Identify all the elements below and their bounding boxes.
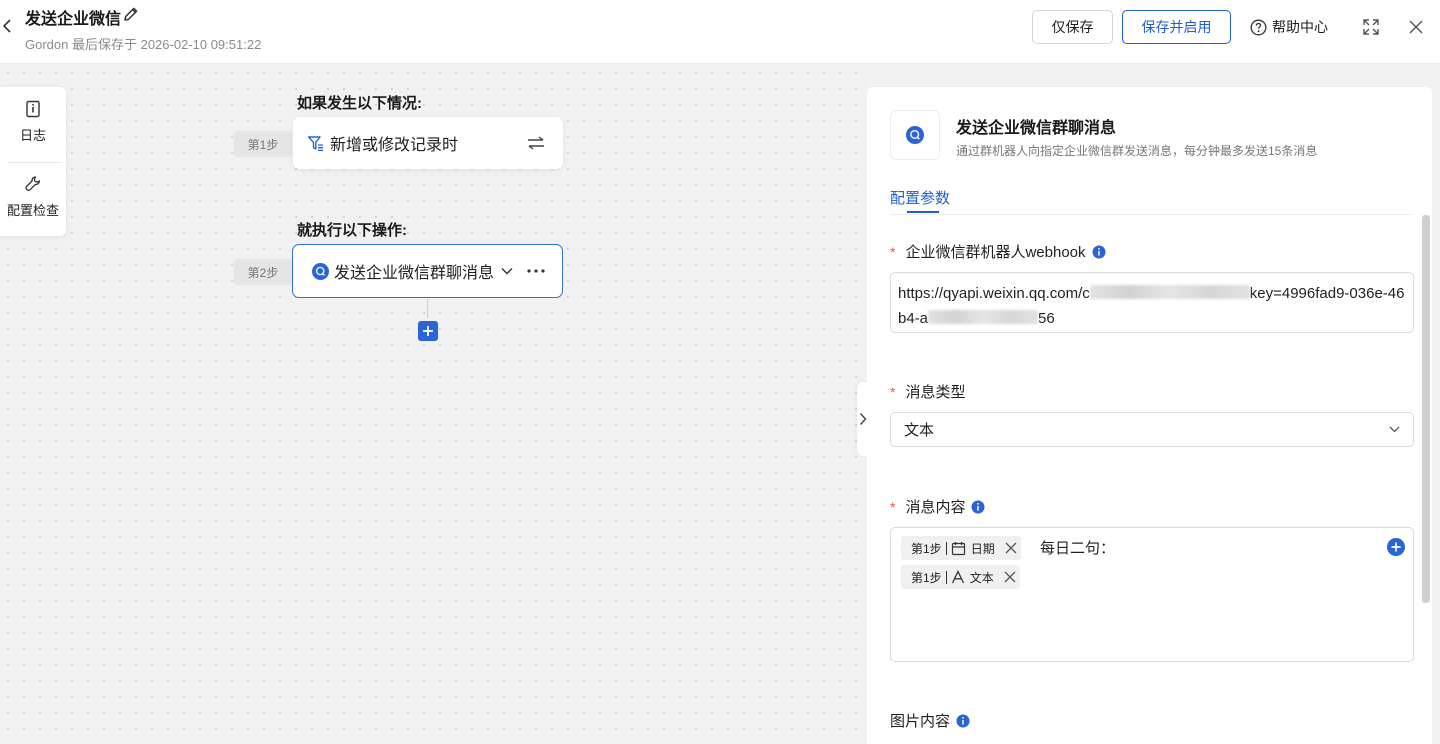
msg-content-field-label: * 消息内容 <box>890 496 985 517</box>
chip-separator <box>945 541 947 555</box>
webhook-text-start: https://qyapi.weixin.qq.com/c <box>898 285 1090 302</box>
msg-content-label-text: 消息内容 <box>905 499 966 516</box>
plus-icon <box>423 326 433 336</box>
field-chip-date[interactable]: 第1步 日期 <box>901 536 1021 560</box>
image-content-field-label: 图片内容 <box>890 710 970 731</box>
log-tool[interactable]: 日志 <box>0 99 66 144</box>
webhook-text-end: 56 <box>1038 310 1055 327</box>
switch-arrows-icon[interactable] <box>527 136 545 150</box>
msg-type-value: 文本 <box>904 422 935 439</box>
chip-separator <box>945 570 947 584</box>
remove-chip-icon[interactable] <box>1005 542 1017 554</box>
tab-config-params[interactable]: 配置参数 <box>890 187 950 208</box>
step-tag-1: 第1步 <box>234 131 292 157</box>
top-header: 发送企业微信 Gordon 最后保存于 2026-02-10 09:51:22 … <box>0 0 1440 64</box>
msg-type-label-text: 消息类型 <box>905 384 966 401</box>
tab-divider <box>890 214 1412 215</box>
panel-description: 通过群机器人向指定企业微信群发送消息，每分钟最多发送15条消息 <box>956 144 1318 158</box>
wrench-icon <box>0 174 66 194</box>
flow-connector-line <box>427 299 428 318</box>
info-icon[interactable] <box>956 714 970 728</box>
active-tab-indicator <box>907 211 939 213</box>
config-panel: 发送企业微信群聊消息 通过群机器人向指定企业微信群发送消息，每分钟最多发送15条… <box>867 87 1432 744</box>
image-content-label-text: 图片内容 <box>890 713 951 730</box>
help-center-link[interactable]: 帮助中心 <box>1250 17 1328 37</box>
webhook-label-text: 企业微信群机器人webhook <box>905 244 1086 261</box>
required-asterisk: * <box>890 243 896 260</box>
chevron-down-icon[interactable] <box>501 267 513 275</box>
webhook-input[interactable]: https://qyapi.weixin.qq.com/c key=4996fad… <box>890 272 1414 333</box>
webhook-field-label: * 企业微信群机器人webhook <box>890 241 1106 262</box>
action-section-title: 就执行以下操作: <box>297 222 407 239</box>
action-node[interactable]: 发送企业微信群聊消息 <box>292 244 563 298</box>
content-static-text: 每日二句： <box>1040 540 1116 557</box>
help-center-label: 帮助中心 <box>1272 19 1328 35</box>
step-tag-2: 第2步 <box>234 259 292 285</box>
required-asterisk: * <box>890 383 896 400</box>
wecom-icon <box>312 262 329 280</box>
redacted-blur <box>928 310 1039 324</box>
config-check-label: 配置检查 <box>6 203 59 218</box>
last-saved-info: Gordon 最后保存于 2026-02-10 09:51:22 <box>25 37 262 52</box>
wecom-icon <box>906 126 924 144</box>
edit-pencil-icon[interactable] <box>122 5 140 23</box>
msg-type-field-label: * 消息类型 <box>890 381 965 402</box>
chevron-right-icon <box>859 413 867 425</box>
trigger-section-title: 如果发生以下情况: <box>297 95 422 112</box>
trigger-node[interactable]: 新增或修改记录时 <box>293 117 563 169</box>
toolbar-divider <box>8 162 62 163</box>
log-icon <box>0 99 66 119</box>
add-step-button[interactable] <box>418 321 438 341</box>
chip-field-label: 日期 <box>970 541 995 556</box>
msg-type-select[interactable]: 文本 <box>890 412 1414 447</box>
config-check-tool[interactable]: 配置检查 <box>0 174 66 219</box>
field-chip-text[interactable]: 第1步 文本 <box>901 565 1020 589</box>
chip-step-label: 第1步 <box>911 570 942 585</box>
redacted-blur <box>1089 285 1250 299</box>
chevron-down-icon <box>1389 426 1400 433</box>
more-icon[interactable] <box>527 269 545 273</box>
panel-scrollbar-thumb[interactable] <box>1422 215 1430 603</box>
page-title: 发送企业微信 <box>25 11 122 28</box>
insert-field-plus-icon[interactable] <box>1387 538 1405 556</box>
back-icon[interactable] <box>0 16 14 36</box>
calendar-icon <box>951 541 966 556</box>
left-toolbar: 日志 配置检查 <box>0 87 66 236</box>
info-icon[interactable] <box>971 500 985 514</box>
required-asterisk: * <box>890 498 896 515</box>
filter-icon <box>307 135 324 152</box>
wecom-app-icon-box <box>890 110 940 160</box>
trigger-node-label: 新增或修改记录时 <box>330 137 459 154</box>
chip-field-label: 文本 <box>969 570 994 585</box>
chip-step-label: 第1步 <box>911 541 942 556</box>
save-and-enable-button[interactable]: 保存并启用 <box>1122 10 1231 44</box>
info-icon[interactable] <box>1092 245 1106 259</box>
action-node-label: 发送企业微信群聊消息 <box>334 265 495 282</box>
panel-title: 发送企业微信群聊消息 <box>956 120 1117 137</box>
close-icon[interactable] <box>1406 17 1426 37</box>
save-only-button[interactable]: 仅保存 <box>1032 10 1113 44</box>
msg-content-editor[interactable]: 第1步 日期 每日二句： 第1步 文本 <box>890 527 1414 662</box>
fullscreen-icon[interactable] <box>1361 17 1381 37</box>
log-label: 日志 <box>19 128 46 143</box>
remove-chip-icon[interactable] <box>1004 571 1016 583</box>
question-circle-icon <box>1250 19 1267 36</box>
text-type-icon <box>951 570 965 584</box>
